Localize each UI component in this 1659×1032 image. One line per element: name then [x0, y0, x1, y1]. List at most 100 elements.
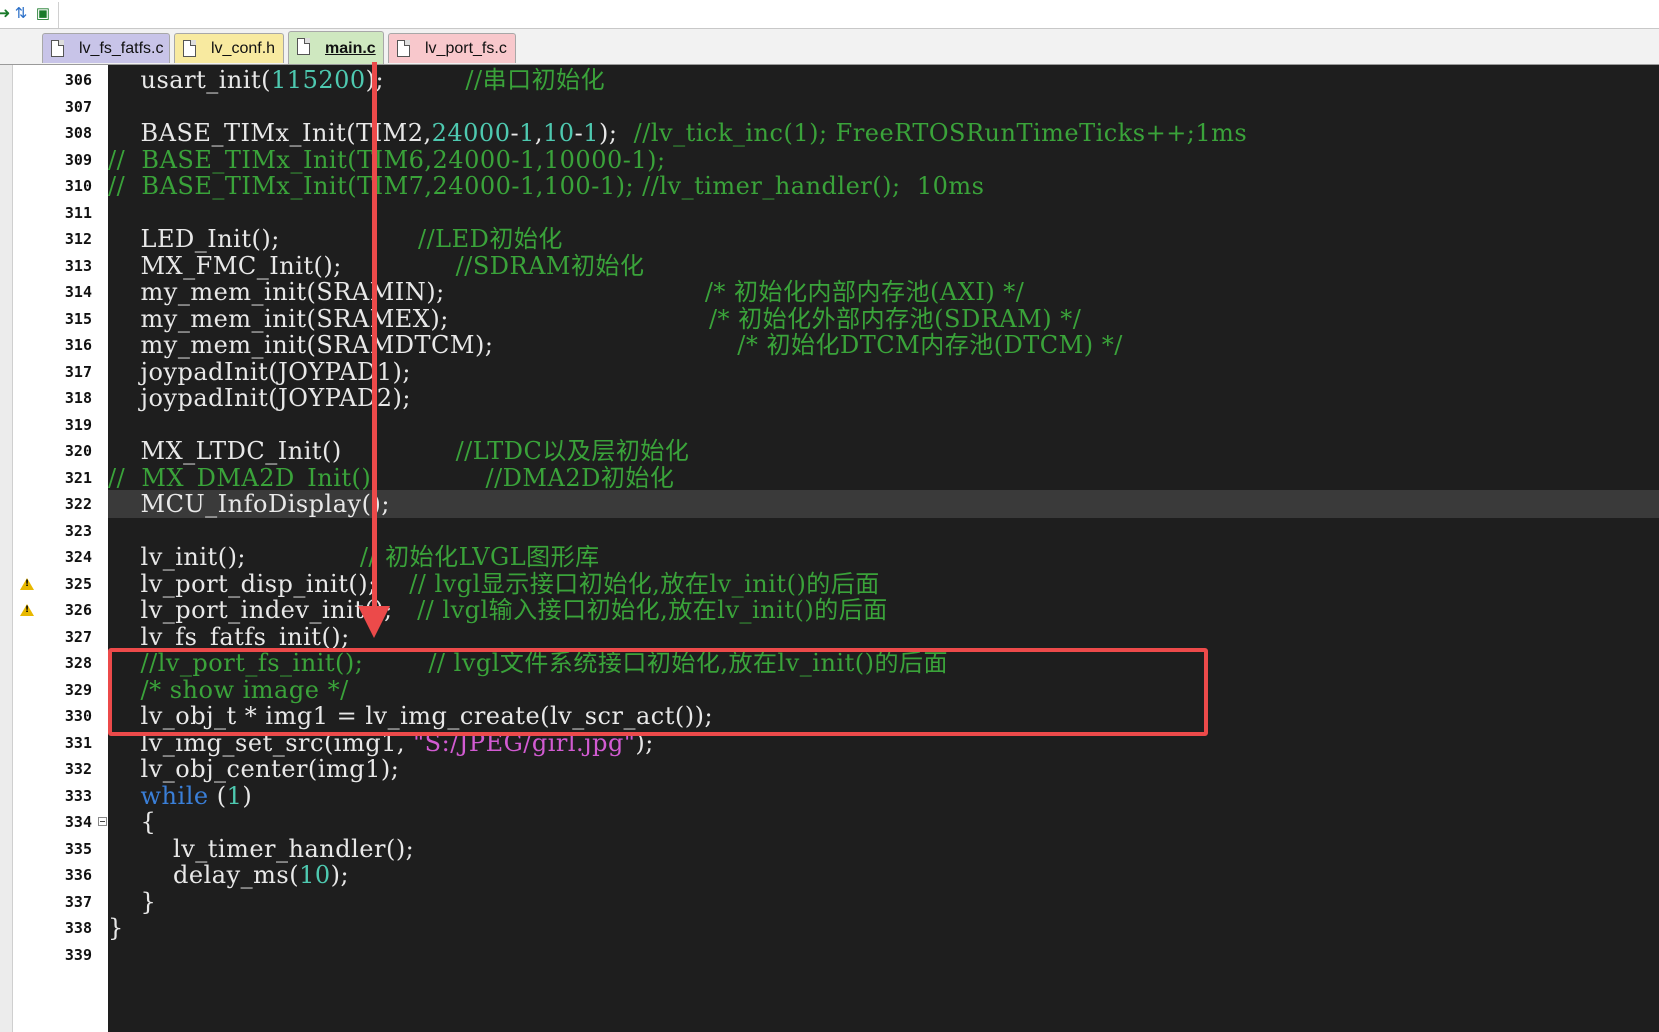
code-line[interactable]: MX_LTDC_Init() //LTDC以及层初始化 — [108, 437, 689, 465]
code-line[interactable]: lv_port_disp_init(); // lvgl显示接口初始化,放在lv… — [108, 570, 880, 598]
code-line[interactable]: while (1) — [108, 782, 252, 810]
file-icon — [51, 40, 64, 57]
code-line[interactable]: joypadInit(JOYPAD2); — [108, 384, 411, 412]
warning-icon[interactable] — [20, 604, 34, 616]
file-icon — [397, 40, 410, 57]
code-line[interactable]: lv_fs_fatfs_init(); — [108, 623, 350, 651]
line-number: 310 — [64, 177, 92, 195]
code-line[interactable]: lv_timer_handler(); — [108, 835, 414, 863]
tab-label: main.c — [325, 40, 376, 57]
warning-icon[interactable] — [20, 577, 34, 590]
code-token: while — [108, 781, 209, 810]
file-icon — [297, 38, 310, 55]
code-line[interactable]: { — [108, 808, 156, 836]
code-line[interactable]: lv_init(); // 初始化LVGL图形库 — [108, 543, 600, 571]
code-token: } — [108, 914, 124, 942]
line-number: 316 — [64, 336, 92, 354]
tab-label: lv_port_fs.c — [425, 40, 507, 57]
code-token: lv_obj_center(img1); — [108, 755, 400, 783]
code-token: MX_FMC_Init(); — [108, 251, 456, 280]
code-line[interactable]: joypadInit(JOYPAD1); — [108, 358, 411, 386]
line-number: 338 — [64, 919, 92, 937]
code-line[interactable]: // MX_DMA2D_Init(); //DMA2D初始化 — [108, 464, 674, 492]
line-number: 335 — [64, 839, 92, 858]
code-token: ) — [242, 781, 253, 810]
load-icon[interactable]: ⇅ — [11, 4, 31, 24]
tab-lv-port-fs[interactable]: lv_port_fs.c — [388, 33, 516, 63]
line-number: 314 — [64, 283, 92, 301]
code-line[interactable]: // BASE_TIMx_Init(TIM6,24000-1,10000-1); — [108, 146, 666, 174]
code-line[interactable]: my_mem_init(SRAMDTCM); /* 初始化DTCM内存池(DTC… — [108, 331, 1123, 359]
code-line[interactable]: MCU_InfoDisplay(); — [108, 490, 390, 518]
line-number: 332 — [64, 760, 92, 778]
line-number: 324 — [64, 548, 92, 566]
line-number: 327 — [64, 627, 92, 646]
code-token: } — [108, 887, 157, 916]
code-token: , — [534, 119, 544, 147]
code-token: lv_timer_handler(); — [108, 834, 415, 863]
code-token: //lv_tick_inc(1); FreeRTOSRunTimeTicks++… — [633, 119, 1248, 147]
fold-toggle-icon[interactable] — [98, 817, 107, 826]
line-number: 331 — [64, 733, 92, 752]
code-token: my_mem_init(SRAMEX); — [108, 304, 709, 333]
line-number: 329 — [64, 680, 92, 699]
code-token: //LTDC以及层初始化 — [455, 437, 690, 465]
tab-lv-conf[interactable]: lv_conf.h — [174, 33, 284, 63]
code-line[interactable]: lv_port_indev_init(); // lvgl输入接口初始化,放在l… — [108, 596, 888, 624]
code-token: - — [574, 119, 584, 147]
code-token: // lvgl显示接口初始化,放在lv_init()的后面 — [409, 569, 880, 598]
code-token: // 初始化LVGL图形库 — [359, 543, 600, 571]
tab-bar: lv_fs_fatfs.c lv_conf.h main.c lv_port_f… — [0, 28, 1659, 66]
code-token: 1 — [226, 781, 243, 810]
line-number: 306 — [64, 71, 92, 89]
code-token: my_mem_init(SRAMDTCM); — [108, 331, 738, 359]
code-token: //SDRAM初始化 — [455, 251, 645, 280]
line-number: 309 — [64, 150, 92, 169]
tab-lv-fs-fatfs[interactable]: lv_fs_fatfs.c — [42, 33, 170, 63]
code-token: lv_port_disp_init(); — [108, 569, 410, 598]
code-token: /* 初始化外部内存池(SDRAM) */ — [708, 304, 1082, 333]
tab-label: lv_fs_fatfs.c — [79, 40, 164, 57]
code-token: joypadInit(JOYPAD1); — [108, 357, 411, 386]
code-line[interactable]: my_mem_init(SRAMIN); /* 初始化内部内存池(AXI) */ — [108, 278, 1024, 306]
code-token: joypadInit(JOYPAD2); — [108, 384, 411, 412]
toolbar-divider — [58, 2, 59, 28]
code-token: ( — [208, 781, 227, 810]
code-line[interactable]: // BASE_TIMx_Init(TIM7,24000-1,100-1); /… — [108, 172, 984, 200]
code-line[interactable]: LED_Init(); //LED初始化 — [108, 225, 563, 253]
gutter-margin — [0, 65, 13, 1032]
line-number: 307 — [64, 97, 92, 116]
line-number: 337 — [64, 892, 92, 911]
tab-main[interactable]: main.c — [288, 31, 384, 64]
annotation-arrow — [372, 62, 377, 622]
code-token: ); — [598, 119, 634, 147]
code-token: ); — [365, 66, 466, 94]
file-icon — [183, 40, 196, 57]
tab-label: lv_conf.h — [211, 40, 276, 57]
code-token: 10 — [299, 861, 331, 889]
code-token: usart_init( — [108, 66, 272, 94]
code-line[interactable]: } — [108, 888, 156, 916]
line-number: 317 — [64, 362, 92, 381]
code-line[interactable]: my_mem_init(SRAMEX); /* 初始化外部内存池(SDRAM) … — [108, 305, 1081, 333]
code-line[interactable]: usart_init(115200); //串口初始化 — [108, 66, 605, 94]
line-number: 322 — [64, 495, 92, 513]
code-token: MX_LTDC_Init() — [108, 437, 456, 465]
line-number: 311 — [64, 203, 92, 222]
code-token: 24000 — [431, 119, 511, 147]
code-line[interactable]: } — [108, 914, 124, 942]
code-token: //串口初始化 — [465, 66, 606, 94]
code-token: 115200 — [271, 66, 366, 94]
code-token: delay_ms( — [108, 861, 300, 889]
build-icon[interactable]: ▣ — [33, 4, 53, 24]
code-token: - — [510, 119, 520, 147]
line-number: 333 — [64, 786, 92, 805]
line-number: 334 — [64, 813, 92, 831]
code-line[interactable]: BASE_TIMx_Init(TIM2,24000-1,10-1); //lv_… — [108, 119, 1247, 147]
code-line[interactable]: delay_ms(10); — [108, 861, 349, 889]
code-token: // BASE_TIMx_Init(TIM7,24000-1,100-1); /… — [108, 172, 985, 200]
code-line[interactable]: lv_obj_center(img1); — [108, 755, 399, 783]
code-token: 10 — [543, 119, 575, 147]
line-number: 320 — [64, 442, 92, 460]
line-number: 321 — [64, 468, 92, 487]
